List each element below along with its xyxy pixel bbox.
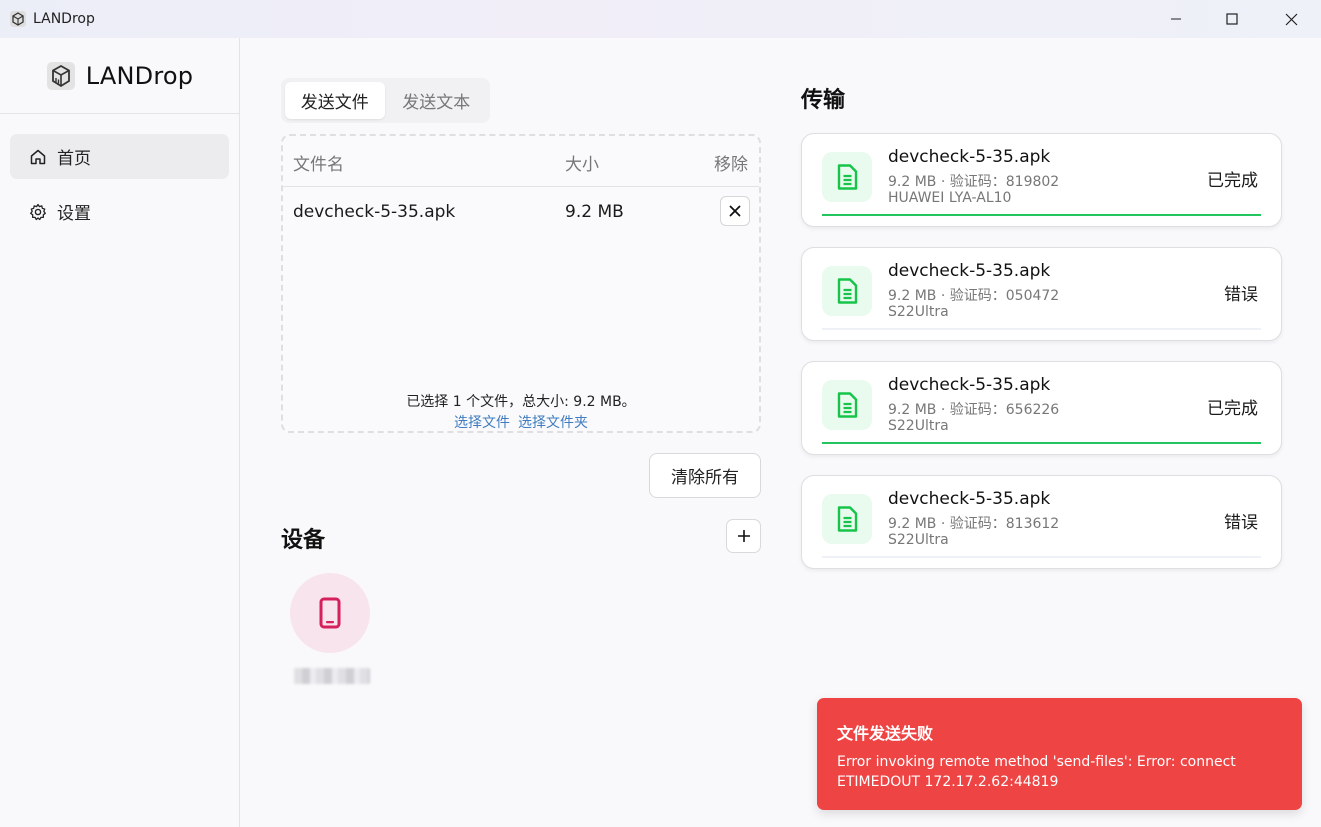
transfer-meta: 9.2 MB · 验证码：813612 (888, 516, 1060, 532)
transfer-progress-bar (822, 442, 1261, 444)
header-remove: 移除 (714, 155, 748, 175)
window-title: LANDrop (33, 11, 95, 27)
toast-message: Error invoking remote method 'send-files… (837, 754, 1236, 790)
minimize-button[interactable] (1147, 0, 1205, 38)
transfer-file-name: devcheck-5-35.apk (888, 261, 1051, 281)
sidebar-item-label: 首页 (57, 149, 91, 169)
file-table-header: 文件名 大小 移除 (283, 136, 759, 187)
gear-icon (30, 203, 46, 220)
progress-fill (822, 442, 1261, 444)
transfer-meta: 9.2 MB · 验证码：656226 (888, 402, 1060, 418)
app-logo-icon (10, 11, 26, 27)
file-icon-container (822, 380, 872, 430)
transfer-device: S22Ultra (888, 304, 949, 320)
select-folder-link[interactable]: 选择文件夹 (518, 415, 588, 431)
error-toast[interactable]: 文件发送失败 Error invoking remote method 'sen… (817, 698, 1302, 810)
transfer-device: HUAWEI LYA-AL10 (888, 190, 1012, 206)
device-item[interactable] (290, 573, 370, 653)
transfer-progress-bar (822, 328, 1261, 330)
progress-fill (822, 214, 1261, 216)
devices-heading: 设备 (281, 528, 326, 553)
transfer-meta: 9.2 MB · 验证码：050472 (888, 288, 1060, 304)
close-icon (729, 205, 741, 217)
landrop-logo-icon (46, 61, 75, 90)
transfer-device: S22Ultra (888, 532, 949, 548)
home-icon (30, 149, 46, 164)
file-document-icon (837, 392, 858, 418)
transfer-status: 错误 (1224, 513, 1258, 533)
header-size: 大小 (565, 155, 599, 175)
transfer-file-name: devcheck-5-35.apk (888, 375, 1051, 395)
transfer-status: 已完成 (1207, 171, 1258, 191)
transfer-card[interactable]: devcheck-5-35.apk 9.2 MB · 验证码：656226 S2… (801, 361, 1282, 455)
file-icon-container (822, 152, 872, 202)
transfer-device: S22Ultra (888, 418, 949, 434)
send-mode-tabs: 发送文件 发送文本 (281, 78, 490, 123)
sidebar-item-label: 设置 (57, 204, 91, 224)
file-name-cell: devcheck-5-35.apk (293, 202, 456, 222)
transfer-status: 错误 (1224, 285, 1258, 305)
remove-file-button[interactable] (720, 196, 750, 226)
file-document-icon (837, 164, 858, 190)
close-icon (1285, 13, 1297, 25)
clear-all-button[interactable]: 清除所有 (649, 453, 761, 498)
file-document-icon (837, 506, 858, 532)
tab-send-text[interactable]: 发送文本 (387, 82, 487, 119)
file-drop-zone[interactable]: 文件名 大小 移除 devcheck-5-35.apk 9.2 MB 已选择 1… (281, 134, 761, 433)
toast-title: 文件发送失败 (837, 724, 934, 743)
plus-icon (737, 530, 750, 542)
file-select-links: 选择文件 选择文件夹 (283, 412, 759, 432)
sidebar-item-settings[interactable]: 设置 (10, 189, 229, 234)
brand-name: LANDrop (85, 61, 194, 90)
select-file-link[interactable]: 选择文件 (454, 415, 510, 431)
device-name-redacted (294, 668, 370, 684)
transfer-card[interactable]: devcheck-5-35.apk 9.2 MB · 验证码：050472 S2… (801, 247, 1282, 341)
sidebar: LANDrop 首页 设置 (0, 38, 240, 827)
file-document-icon (837, 278, 858, 304)
maximize-icon (1226, 13, 1238, 25)
smartphone-icon (319, 597, 341, 629)
file-icon-container (822, 266, 872, 316)
transfer-card[interactable]: devcheck-5-35.apk 9.2 MB · 验证码：819802 HU… (801, 133, 1282, 227)
file-size-cell: 9.2 MB (565, 202, 624, 222)
close-button[interactable] (1262, 0, 1320, 38)
transfer-progress-bar (822, 214, 1261, 216)
transfer-progress-bar (822, 556, 1261, 558)
header-file-name: 文件名 (293, 155, 344, 175)
sidebar-item-home[interactable]: 首页 (10, 134, 229, 179)
transfer-meta: 9.2 MB · 验证码：819802 (888, 174, 1060, 190)
table-row: devcheck-5-35.apk 9.2 MB (283, 187, 759, 239)
transfer-file-name: devcheck-5-35.apk (888, 147, 1051, 167)
tab-send-file[interactable]: 发送文件 (285, 82, 385, 119)
file-icon-container (822, 494, 872, 544)
transfers-heading: 传输 (801, 88, 846, 113)
transfer-card[interactable]: devcheck-5-35.apk 9.2 MB · 验证码：813612 S2… (801, 475, 1282, 569)
brand: LANDrop (0, 38, 239, 114)
title-bar: LANDrop (0, 0, 1321, 38)
transfer-status: 已完成 (1207, 399, 1258, 419)
add-device-button[interactable] (726, 519, 761, 553)
transfer-file-name: devcheck-5-35.apk (888, 489, 1051, 509)
selection-summary: 已选择 1 个文件，总大小: 9.2 MB。 (406, 394, 636, 410)
maximize-button[interactable] (1203, 0, 1261, 38)
minimize-icon (1171, 18, 1181, 20)
